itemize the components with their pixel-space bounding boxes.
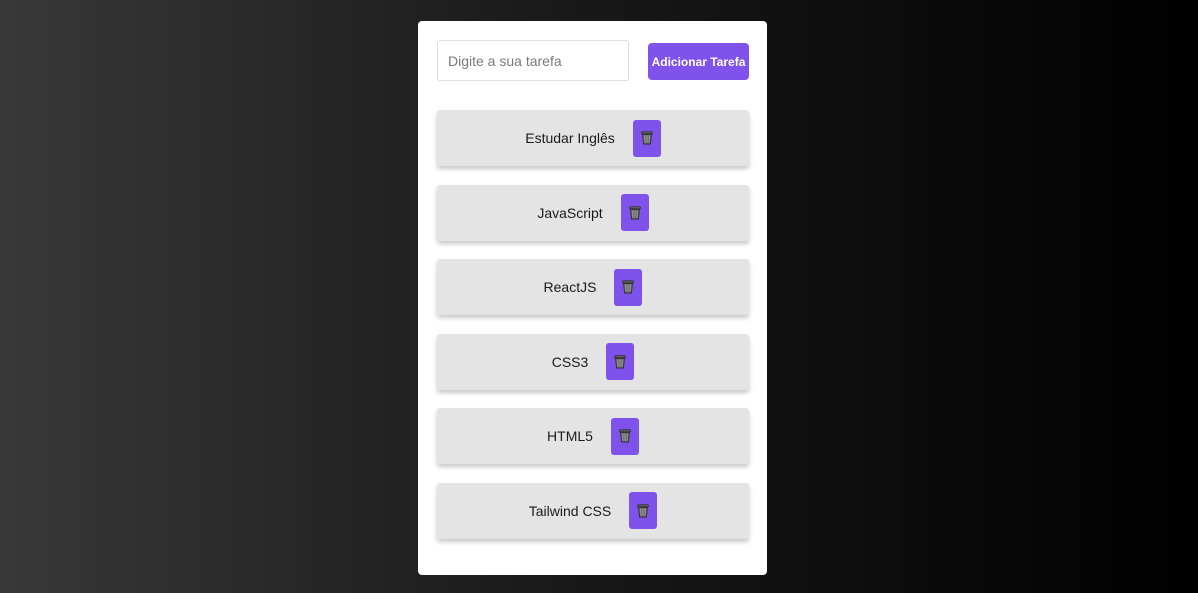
trash-icon: [614, 354, 627, 368]
add-task-button[interactable]: Adicionar Tarefa: [648, 43, 749, 80]
task-item: HTML5: [437, 408, 749, 464]
delete-task-button[interactable]: [632, 119, 661, 157]
task-input[interactable]: [437, 40, 629, 81]
delete-task-button[interactable]: [629, 492, 658, 529]
delete-task-button[interactable]: [606, 343, 635, 380]
task-label: JavaScript: [537, 204, 603, 221]
add-task-form: Adicionar Tarefa: [437, 40, 749, 81]
delete-task-button[interactable]: [614, 268, 643, 306]
todo-card: Adicionar Tarefa Estudar Inglês JavaScri…: [418, 21, 767, 575]
trash-icon: [637, 503, 650, 517]
delete-task-button[interactable]: [620, 194, 649, 231]
task-label: Tailwind CSS: [528, 502, 612, 519]
trash-icon: [622, 280, 635, 294]
trash-icon: [619, 429, 631, 443]
delete-task-button[interactable]: [610, 417, 639, 455]
task-label: CSS3: [551, 353, 589, 370]
task-label: HTML5: [547, 428, 593, 444]
task-list: Estudar Inglês JavaScript ReactJS CSS3 H…: [437, 110, 749, 557]
task-item: JavaScript: [437, 184, 749, 241]
task-item: CSS3: [437, 333, 749, 390]
task-item: Tailwind CSS: [437, 482, 749, 539]
task-item: Estudar Inglês: [437, 110, 749, 166]
task-label: Estudar Inglês: [525, 130, 615, 146]
task-item: ReactJS: [437, 259, 749, 315]
task-label: ReactJS: [543, 279, 597, 295]
trash-icon: [640, 131, 653, 145]
trash-icon: [628, 205, 641, 219]
